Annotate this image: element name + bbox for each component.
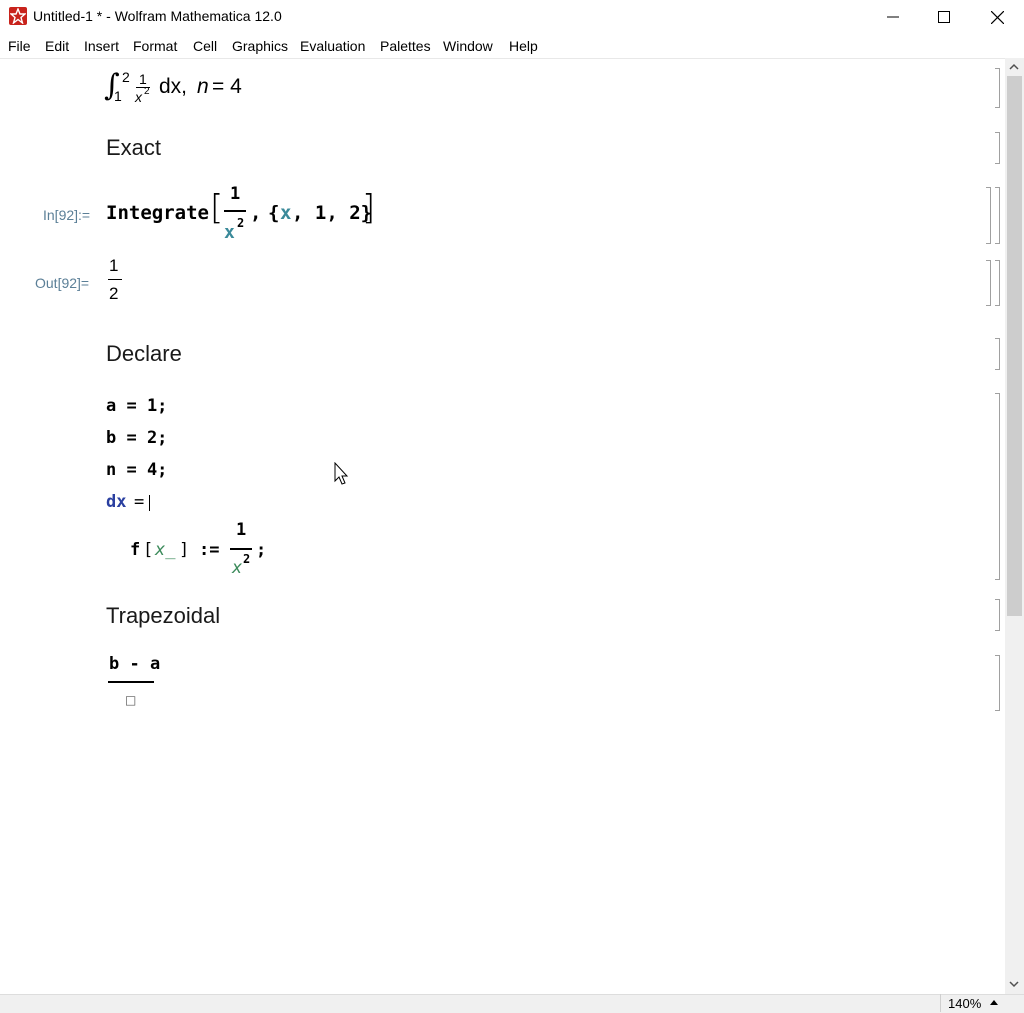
menu-insert[interactable]: Insert xyxy=(84,38,119,54)
cell-bracket[interactable] xyxy=(986,187,991,244)
group-bracket[interactable] xyxy=(995,260,1000,306)
integrate-input-cell[interactable]: Integrate [ 1 x 2 , { x , 1, 2} ] xyxy=(106,184,386,246)
cell-bracket[interactable] xyxy=(995,338,1000,370)
text-cursor xyxy=(149,495,150,511)
integrate-numerator: 1 xyxy=(230,184,241,204)
cell-bracket[interactable] xyxy=(995,132,1000,164)
menu-window[interactable]: Window xyxy=(443,38,493,54)
f-fraction-bar xyxy=(230,548,252,550)
menu-format[interactable]: Format xyxy=(133,38,177,54)
menu-edit[interactable]: Edit xyxy=(45,38,69,54)
maximize-icon xyxy=(938,11,950,23)
output-denominator: 2 xyxy=(109,284,119,303)
zoom-up-arrow-icon[interactable] xyxy=(989,998,999,1006)
f-argument: x_ xyxy=(155,540,176,560)
exact-heading[interactable]: Exact xyxy=(106,135,161,161)
integrand-denominator: x xyxy=(135,89,142,105)
scrollbar-thumb[interactable] xyxy=(1007,76,1022,616)
integrand-numerator: 1 xyxy=(139,71,147,87)
status-bar xyxy=(0,994,1024,1013)
f-definition-line[interactable]: f [ x_ ] := 1 x 2 ; xyxy=(130,520,280,582)
integral-lower-limit: 1 xyxy=(114,88,122,104)
close-button[interactable] xyxy=(974,0,1020,34)
trap-placeholder[interactable]: □ xyxy=(125,693,136,707)
dx-variable: dx xyxy=(106,492,127,512)
integrate-fraction-bar xyxy=(224,210,246,212)
cell-bracket[interactable] xyxy=(995,655,1000,711)
open-bracket: [ xyxy=(210,188,224,228)
output-cell[interactable]: 1 2 xyxy=(106,256,136,306)
declare-line-n[interactable]: n = 4; xyxy=(106,460,167,480)
window-title: Untitled-1 * - Wolfram Mathematica 12.0 xyxy=(33,8,282,24)
dx-text: dx, xyxy=(159,75,188,98)
minimize-button[interactable] xyxy=(870,0,916,34)
input-label: In[92]:= xyxy=(43,207,91,223)
integrate-function: Integrate xyxy=(106,202,209,224)
integrand-exponent: 2 xyxy=(144,86,150,97)
dx-input-line[interactable]: dx = xyxy=(106,492,166,514)
trap-numerator: b - a xyxy=(109,654,161,674)
title-bar: Untitled-1 * - Wolfram Mathematica 12.0 xyxy=(0,0,1024,34)
mathematica-logo-icon[interactable] xyxy=(9,7,27,25)
f-semicolon: ; xyxy=(256,540,267,560)
f-denominator-x: x xyxy=(232,558,243,578)
scroll-up-icon[interactable] xyxy=(1008,62,1020,72)
close-icon xyxy=(990,10,1004,24)
output-label: Out[92]= xyxy=(35,275,90,291)
mouse-pointer-icon xyxy=(334,462,349,485)
cell-bracket[interactable] xyxy=(995,393,1000,580)
trap-fraction-bar xyxy=(108,681,154,683)
integrate-denominator-x: x xyxy=(224,222,235,243)
trapezoidal-fraction-cell[interactable]: b - a □ xyxy=(106,652,166,710)
output-numerator: 1 xyxy=(109,256,119,275)
f-numerator: 1 xyxy=(236,520,247,540)
f-close-bracket: ] xyxy=(179,540,190,560)
menu-graphics[interactable]: Graphics xyxy=(232,38,288,54)
open-brace: { xyxy=(268,202,280,224)
close-bracket: ] xyxy=(362,188,376,228)
menu-palettes[interactable]: Palettes xyxy=(380,38,431,54)
integral-upper-limit: 2 xyxy=(122,69,130,85)
menu-evaluation[interactable]: Evaluation xyxy=(300,38,365,54)
integrate-var-x: x xyxy=(280,202,292,224)
output-fraction-bar xyxy=(108,279,122,280)
dx-equals: = xyxy=(134,492,145,512)
cell-bracket[interactable] xyxy=(995,599,1000,631)
declare-line-b[interactable]: b = 2; xyxy=(106,428,167,448)
menu-help[interactable]: Help xyxy=(509,38,538,54)
integrate-comma: , xyxy=(250,202,262,224)
f-open-bracket: [ xyxy=(143,540,154,560)
f-assign: := xyxy=(199,540,220,560)
declare-line-a[interactable]: a = 1; xyxy=(106,396,167,416)
trapezoidal-heading[interactable]: Trapezoidal xyxy=(106,603,220,629)
status-divider xyxy=(940,994,941,1012)
menu-cell[interactable]: Cell xyxy=(193,38,217,54)
cell-bracket[interactable] xyxy=(986,260,991,306)
f-name: f xyxy=(130,540,141,560)
cell-bracket[interactable] xyxy=(995,68,1000,108)
scroll-down-icon[interactable] xyxy=(1008,979,1020,989)
n-equals: = 4 xyxy=(212,75,242,98)
integrate-denominator-exp: 2 xyxy=(237,216,245,230)
declare-heading[interactable]: Declare xyxy=(106,341,182,367)
minimize-icon xyxy=(887,16,899,18)
maximize-button[interactable] xyxy=(921,0,967,34)
group-bracket[interactable] xyxy=(995,187,1000,244)
zoom-level[interactable]: 140% xyxy=(948,996,981,1011)
f-denominator-exp: 2 xyxy=(243,552,251,566)
integrate-limits: , 1, 2} xyxy=(292,202,373,224)
integral-description-cell[interactable]: ∫ 2 1 1 x 2 dx, n = 4 xyxy=(104,68,264,110)
n-var: n xyxy=(197,75,209,98)
menu-file[interactable]: File xyxy=(8,38,31,54)
